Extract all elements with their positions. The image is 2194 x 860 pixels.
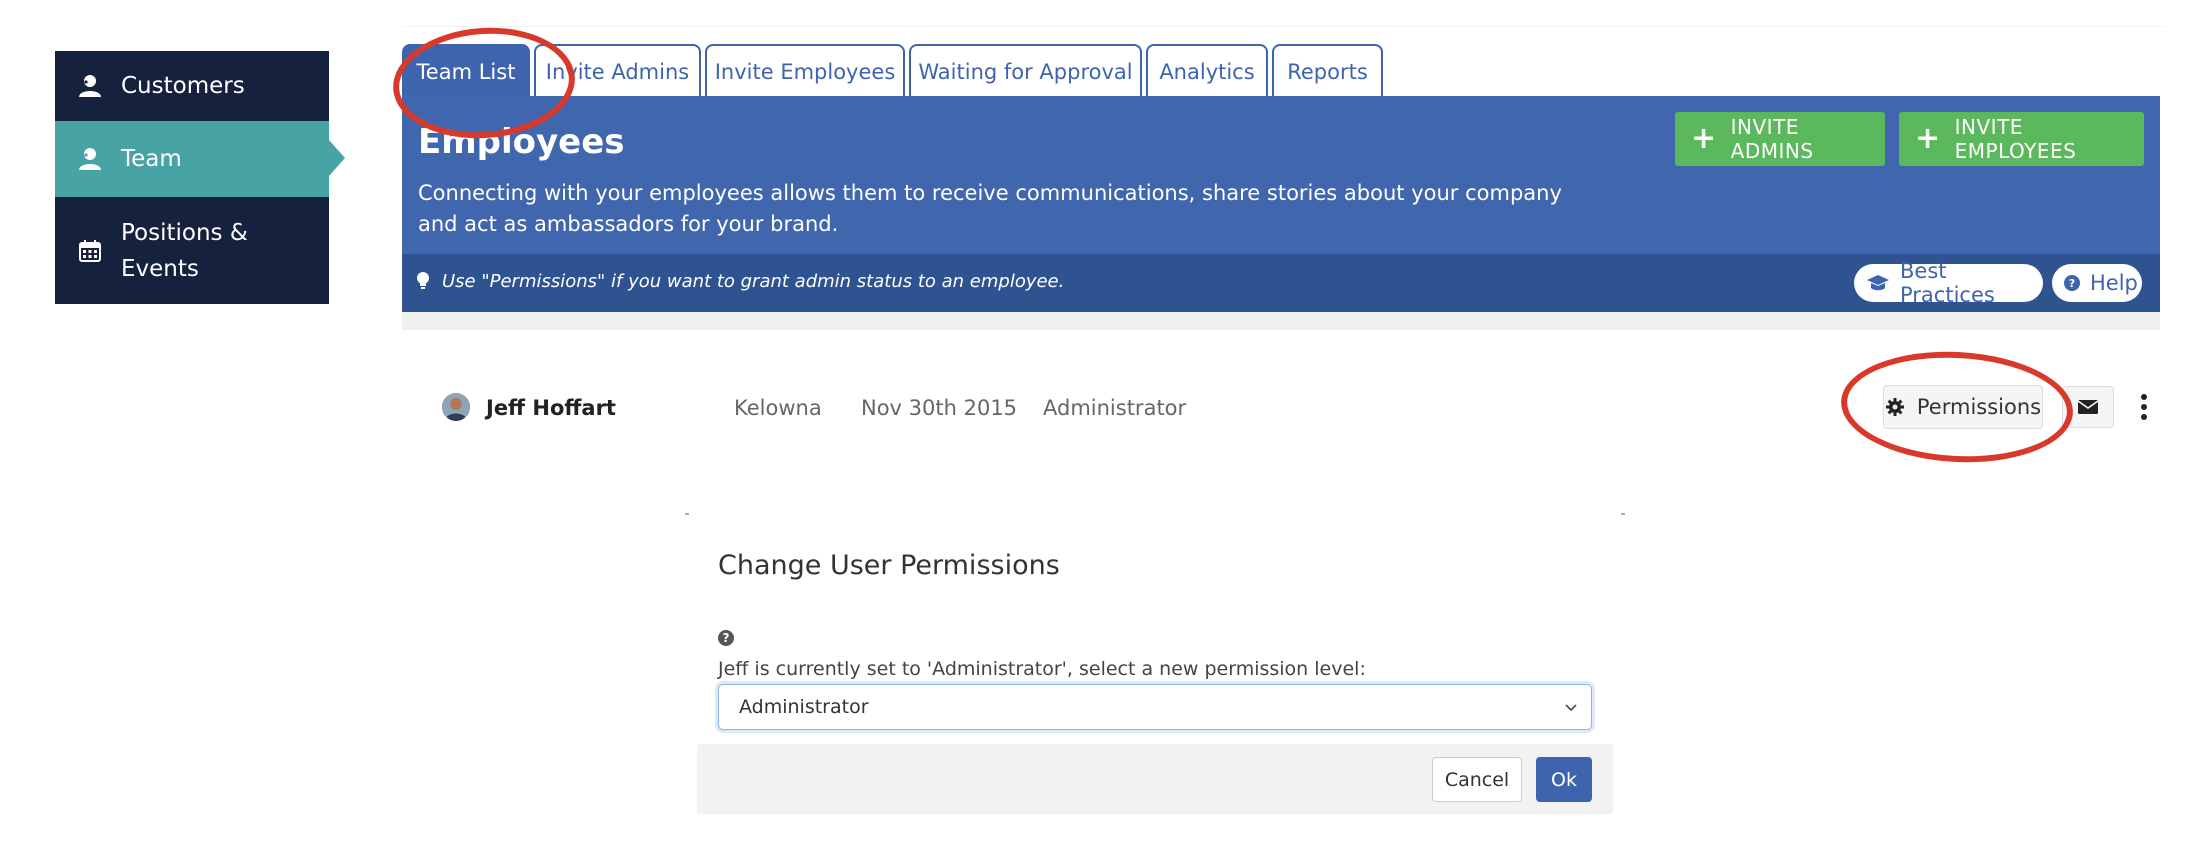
sidebar-item-positions-events[interactable]: Positions & Events	[55, 197, 329, 304]
top-divider	[404, 26, 2164, 27]
envelope-icon	[2078, 399, 2098, 415]
sidebar-item-customers[interactable]: Customers	[55, 51, 329, 121]
chevron-down-icon	[1563, 698, 1579, 721]
more-options-icon[interactable]	[2132, 390, 2156, 424]
tab-invite-employees[interactable]: Invite Employees	[705, 44, 905, 98]
tab-reports[interactable]: Reports	[1272, 44, 1383, 98]
dialog-corner	[1621, 513, 1625, 515]
question-circle-icon[interactable]: ?	[718, 630, 734, 646]
employee-role: Administrator	[1043, 396, 1187, 420]
user-icon	[77, 73, 103, 99]
invite-admins-button[interactable]: + INVITE ADMINS	[1675, 112, 1885, 166]
invite-employees-button[interactable]: + INVITE EMPLOYEES	[1899, 112, 2144, 166]
sidebar-item-label: Team	[121, 146, 182, 172]
dialog-title: Change User Permissions	[718, 550, 1060, 581]
plus-icon: +	[1915, 121, 1941, 156]
email-button[interactable]	[2062, 386, 2114, 428]
avatar	[442, 393, 470, 421]
sidebar: Customers Team Positions & Events	[55, 51, 329, 304]
active-indicator-arrow	[329, 140, 345, 176]
page-title: Employees	[418, 122, 625, 162]
sidebar-item-label: Customers	[121, 73, 245, 99]
cancel-button[interactable]: Cancel	[1432, 757, 1522, 802]
dialog-label: Jeff is currently set to 'Administrator'…	[718, 658, 1366, 680]
employee-name[interactable]: Jeff Hoffart	[486, 396, 616, 420]
invite-employees-label: INVITE EMPLOYEES	[1954, 115, 2077, 163]
dialog-corner	[685, 513, 689, 515]
plus-icon: +	[1691, 121, 1717, 156]
help-button[interactable]: ? Help	[2052, 264, 2142, 302]
calendar-icon	[77, 238, 103, 264]
help-label: Help	[2090, 271, 2138, 295]
permissions-button[interactable]: Permissions	[1883, 385, 2043, 429]
best-practices-button[interactable]: Best Practices	[1854, 259, 2043, 307]
permission-level-value: Administrator	[739, 696, 869, 718]
sidebar-item-team[interactable]: Team	[55, 121, 329, 197]
gear-icon	[1885, 397, 1905, 417]
user-icon	[77, 146, 103, 172]
tip-text: Use "Permissions" if you want to grant a…	[442, 271, 1065, 292]
tab-team-list[interactable]: Team List	[402, 44, 530, 98]
permissions-label: Permissions	[1916, 395, 2042, 419]
svg-text:?: ?	[2069, 277, 2075, 290]
tab-invite-admins[interactable]: Invite Admins	[534, 44, 701, 98]
question-circle-icon: ?	[2064, 275, 2080, 291]
page-description: Connecting with your employees allows th…	[418, 181, 1562, 236]
ok-button[interactable]: Ok	[1536, 757, 1592, 802]
banner-bottom-strip	[402, 312, 2160, 330]
employee-location: Kelowna	[734, 396, 822, 420]
sidebar-item-label: Positions & Events	[121, 219, 248, 282]
permission-level-select[interactable]: Administrator	[718, 684, 1592, 730]
graduation-cap-icon	[1866, 274, 1890, 292]
tab-analytics[interactable]: Analytics	[1146, 44, 1268, 98]
best-practices-label: Best Practices	[1900, 259, 1995, 307]
invite-admins-label: INVITE ADMINS	[1730, 115, 1814, 163]
tab-waiting-for-approval[interactable]: Waiting for Approval	[909, 44, 1142, 98]
lightbulb-icon	[416, 271, 430, 295]
employee-date: Nov 30th 2015	[861, 396, 1018, 420]
